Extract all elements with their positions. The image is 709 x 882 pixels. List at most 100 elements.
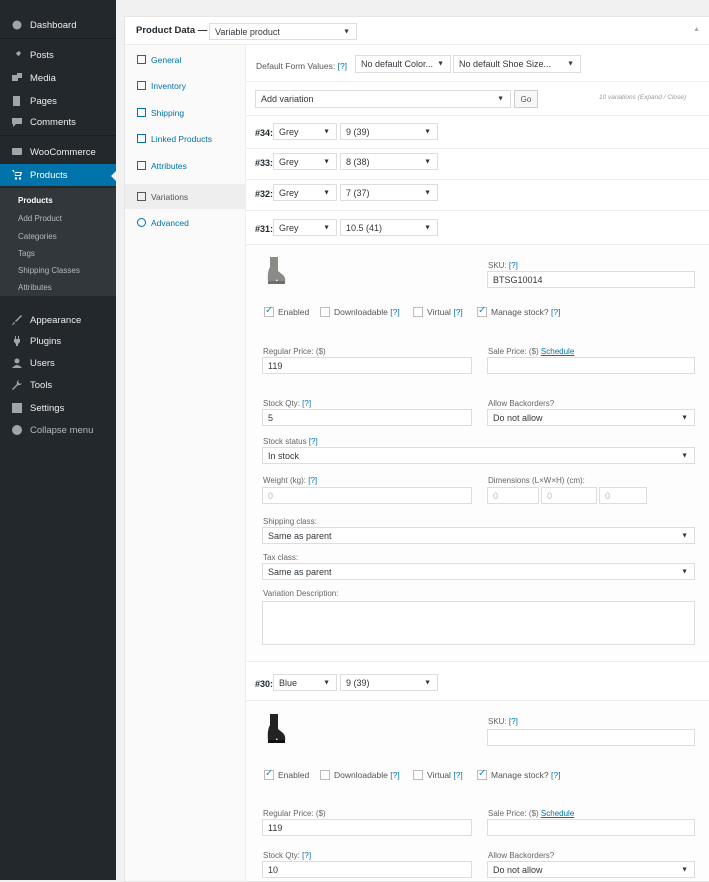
downloadable-checkbox[interactable] — [320, 770, 330, 780]
sidebar-item-dashboard[interactable]: Dashboard — [0, 14, 116, 36]
tab-label: Shipping — [151, 107, 185, 118]
go-button[interactable]: Go — [514, 90, 538, 108]
backorders-select[interactable]: Do not allow ▼ — [487, 861, 695, 878]
submenu-shipping-classes[interactable]: Shipping Classes — [18, 266, 80, 275]
tab-inventory[interactable]: Inventory — [125, 73, 245, 98]
sku-input[interactable]: BTSG10014 — [487, 271, 695, 288]
settings-icon — [12, 403, 22, 413]
help-icon[interactable]: [?] — [390, 770, 399, 780]
variation-color-select[interactable]: Grey ▼ — [273, 123, 337, 140]
tab-advanced[interactable]: Advanced — [125, 210, 245, 235]
virtual-checkbox[interactable] — [413, 307, 423, 317]
variation-color-select[interactable]: Grey ▼ — [273, 153, 337, 170]
chevron-down-icon: ▼ — [424, 679, 431, 686]
stock-qty-input[interactable]: 5 — [262, 409, 472, 426]
sidebar-item-appearance[interactable]: Appearance — [0, 309, 116, 331]
enabled-checkbox[interactable] — [264, 768, 274, 780]
help-icon[interactable]: [?] — [302, 851, 311, 860]
sidebar-item-tools[interactable]: Tools — [0, 374, 116, 396]
help-icon[interactable]: [?] — [338, 61, 347, 71]
tax-class-select[interactable]: Same as parent ▼ — [262, 563, 695, 580]
help-icon[interactable]: [?] — [453, 307, 462, 317]
sidebar-item-comments[interactable]: Comments — [0, 111, 116, 133]
toggle-panel-icon[interactable]: ▲ — [693, 26, 700, 33]
variation-color-select[interactable]: Blue ▼ — [273, 674, 337, 691]
help-icon[interactable]: [?] — [509, 717, 518, 726]
enabled-checkbox[interactable] — [264, 305, 274, 317]
help-icon[interactable]: [?] — [509, 261, 518, 270]
variation-size-select[interactable]: 9 (39) ▼ — [340, 674, 438, 691]
tax-class-value: Same as parent — [268, 566, 332, 577]
regular-price-input[interactable]: 119 — [262, 819, 472, 836]
variation-color-select[interactable]: Grey ▼ — [273, 219, 337, 236]
pin-icon — [12, 50, 22, 60]
weight-input[interactable]: 0 — [262, 487, 472, 504]
help-icon[interactable]: [?] — [302, 399, 311, 408]
tab-shipping[interactable]: Shipping — [125, 100, 245, 125]
backorders-select[interactable]: Do not allow ▼ — [487, 409, 695, 426]
boot-thumbnail-black[interactable] — [266, 714, 286, 744]
stock-qty-input[interactable]: 10 — [262, 861, 472, 878]
sidebar-item-media[interactable]: Media — [0, 67, 116, 89]
variation-size-select[interactable]: 8 (38) ▼ — [340, 153, 438, 170]
sidebar-item-posts[interactable]: Posts — [0, 44, 116, 66]
height-input[interactable]: 0 — [599, 487, 647, 504]
stock-status-select[interactable]: In stock ▼ — [262, 447, 695, 464]
manage-stock-checkbox[interactable] — [477, 305, 487, 317]
sale-price-input[interactable] — [487, 819, 695, 836]
default-color-select[interactable]: No default Color... ▼ — [355, 55, 451, 73]
default-size-select[interactable]: No default Shoe Size... ▼ — [453, 55, 581, 73]
stock-qty-text: Stock Qty: — [263, 851, 300, 860]
schedule-link[interactable]: Schedule — [541, 809, 574, 818]
submenu-attributes[interactable]: Attributes — [18, 283, 52, 292]
variation-color-select[interactable]: Grey ▼ — [273, 184, 337, 201]
sidebar-item-settings[interactable]: Settings — [0, 397, 116, 419]
sidebar-item-users[interactable]: Users — [0, 352, 116, 374]
variation-size-select[interactable]: 7 (37) ▼ — [340, 184, 438, 201]
regular-price-input[interactable]: 119 — [262, 357, 472, 374]
help-icon[interactable]: [?] — [551, 770, 560, 780]
variation-size-select[interactable]: 9 (39) ▼ — [340, 123, 438, 140]
sale-price-input[interactable] — [487, 357, 695, 374]
submenu-products[interactable]: Products — [18, 196, 53, 205]
wrench-icon — [12, 380, 22, 390]
boot-thumbnail-grey[interactable] — [266, 257, 286, 285]
help-icon[interactable]: [?] — [308, 476, 317, 485]
divider — [0, 135, 116, 136]
help-icon[interactable]: [?] — [309, 437, 318, 446]
tab-general[interactable]: General — [125, 47, 245, 72]
help-icon[interactable]: [?] — [453, 770, 462, 780]
shipping-class-select[interactable]: Same as parent ▼ — [262, 527, 695, 544]
default-color-value: No default Color... — [361, 59, 434, 69]
stock-qty-label: Stock Qty: [?] — [263, 851, 311, 860]
manage-stock-checkbox[interactable] — [477, 768, 487, 780]
variation-id: #34: — [255, 128, 274, 138]
admin-sidebar: Dashboard Posts Media Pages Comments Woo… — [0, 0, 117, 880]
sidebar-label: Collapse menu — [30, 424, 94, 436]
virtual-checkbox[interactable] — [413, 770, 423, 780]
submenu-add-product[interactable]: Add Product — [18, 214, 62, 223]
sidebar-item-products[interactable]: Products — [0, 164, 117, 186]
sidebar-item-collapse[interactable]: Collapse menu — [0, 419, 116, 441]
sku-input[interactable] — [487, 729, 695, 746]
tab-variations[interactable]: Variations — [125, 184, 245, 209]
product-type-select[interactable]: Variable product ▼ — [209, 23, 357, 40]
sidebar-item-plugins[interactable]: Plugins — [0, 330, 116, 352]
variation-count[interactable]: 10 variations (Expand / Close) — [599, 94, 686, 101]
width-input[interactable]: 0 — [541, 487, 597, 504]
variation-description-textarea[interactable] — [262, 601, 695, 645]
tab-linked-products[interactable]: Linked Products — [125, 126, 245, 151]
help-icon[interactable]: [?] — [390, 307, 399, 317]
downloadable-checkbox[interactable] — [320, 307, 330, 317]
sidebar-item-woocommerce[interactable]: WooCommerce — [0, 141, 116, 163]
help-icon[interactable]: [?] — [551, 307, 560, 317]
length-input[interactable]: 0 — [487, 487, 539, 504]
sidebar-item-pages[interactable]: Pages — [0, 90, 116, 112]
submenu-categories[interactable]: Categories — [18, 232, 57, 241]
add-variation-value: Add variation — [261, 94, 314, 104]
submenu-tags[interactable]: Tags — [18, 249, 35, 258]
tab-attributes[interactable]: Attributes — [125, 153, 245, 178]
variation-size-select[interactable]: 10.5 (41) ▼ — [340, 219, 438, 236]
add-variation-select[interactable]: Add variation ▼ — [255, 90, 511, 108]
schedule-link[interactable]: Schedule — [541, 347, 574, 356]
